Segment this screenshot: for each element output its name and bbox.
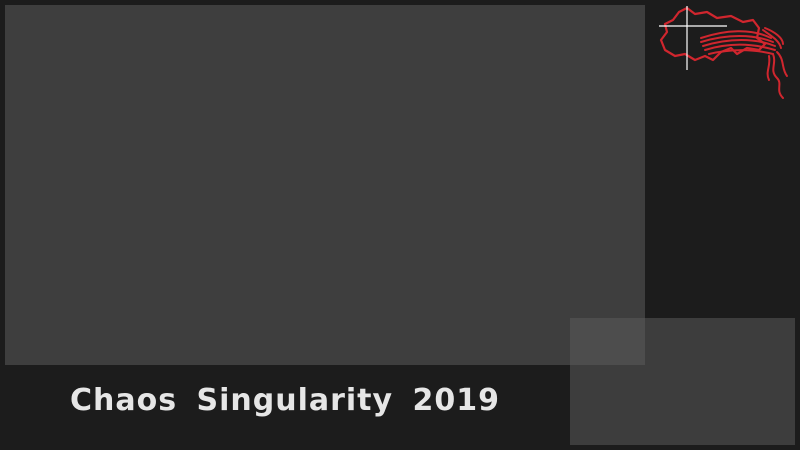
logo-cable-bundle (700, 27, 788, 99)
speaker-video-area (570, 318, 795, 445)
swiss-map-cable-logo-icon (659, 6, 788, 99)
event-title: Chaos Singularity 2019 (69, 383, 501, 418)
stream-overlay: Chaos Singularity 2019 (0, 0, 800, 450)
main-video-area (5, 5, 645, 365)
